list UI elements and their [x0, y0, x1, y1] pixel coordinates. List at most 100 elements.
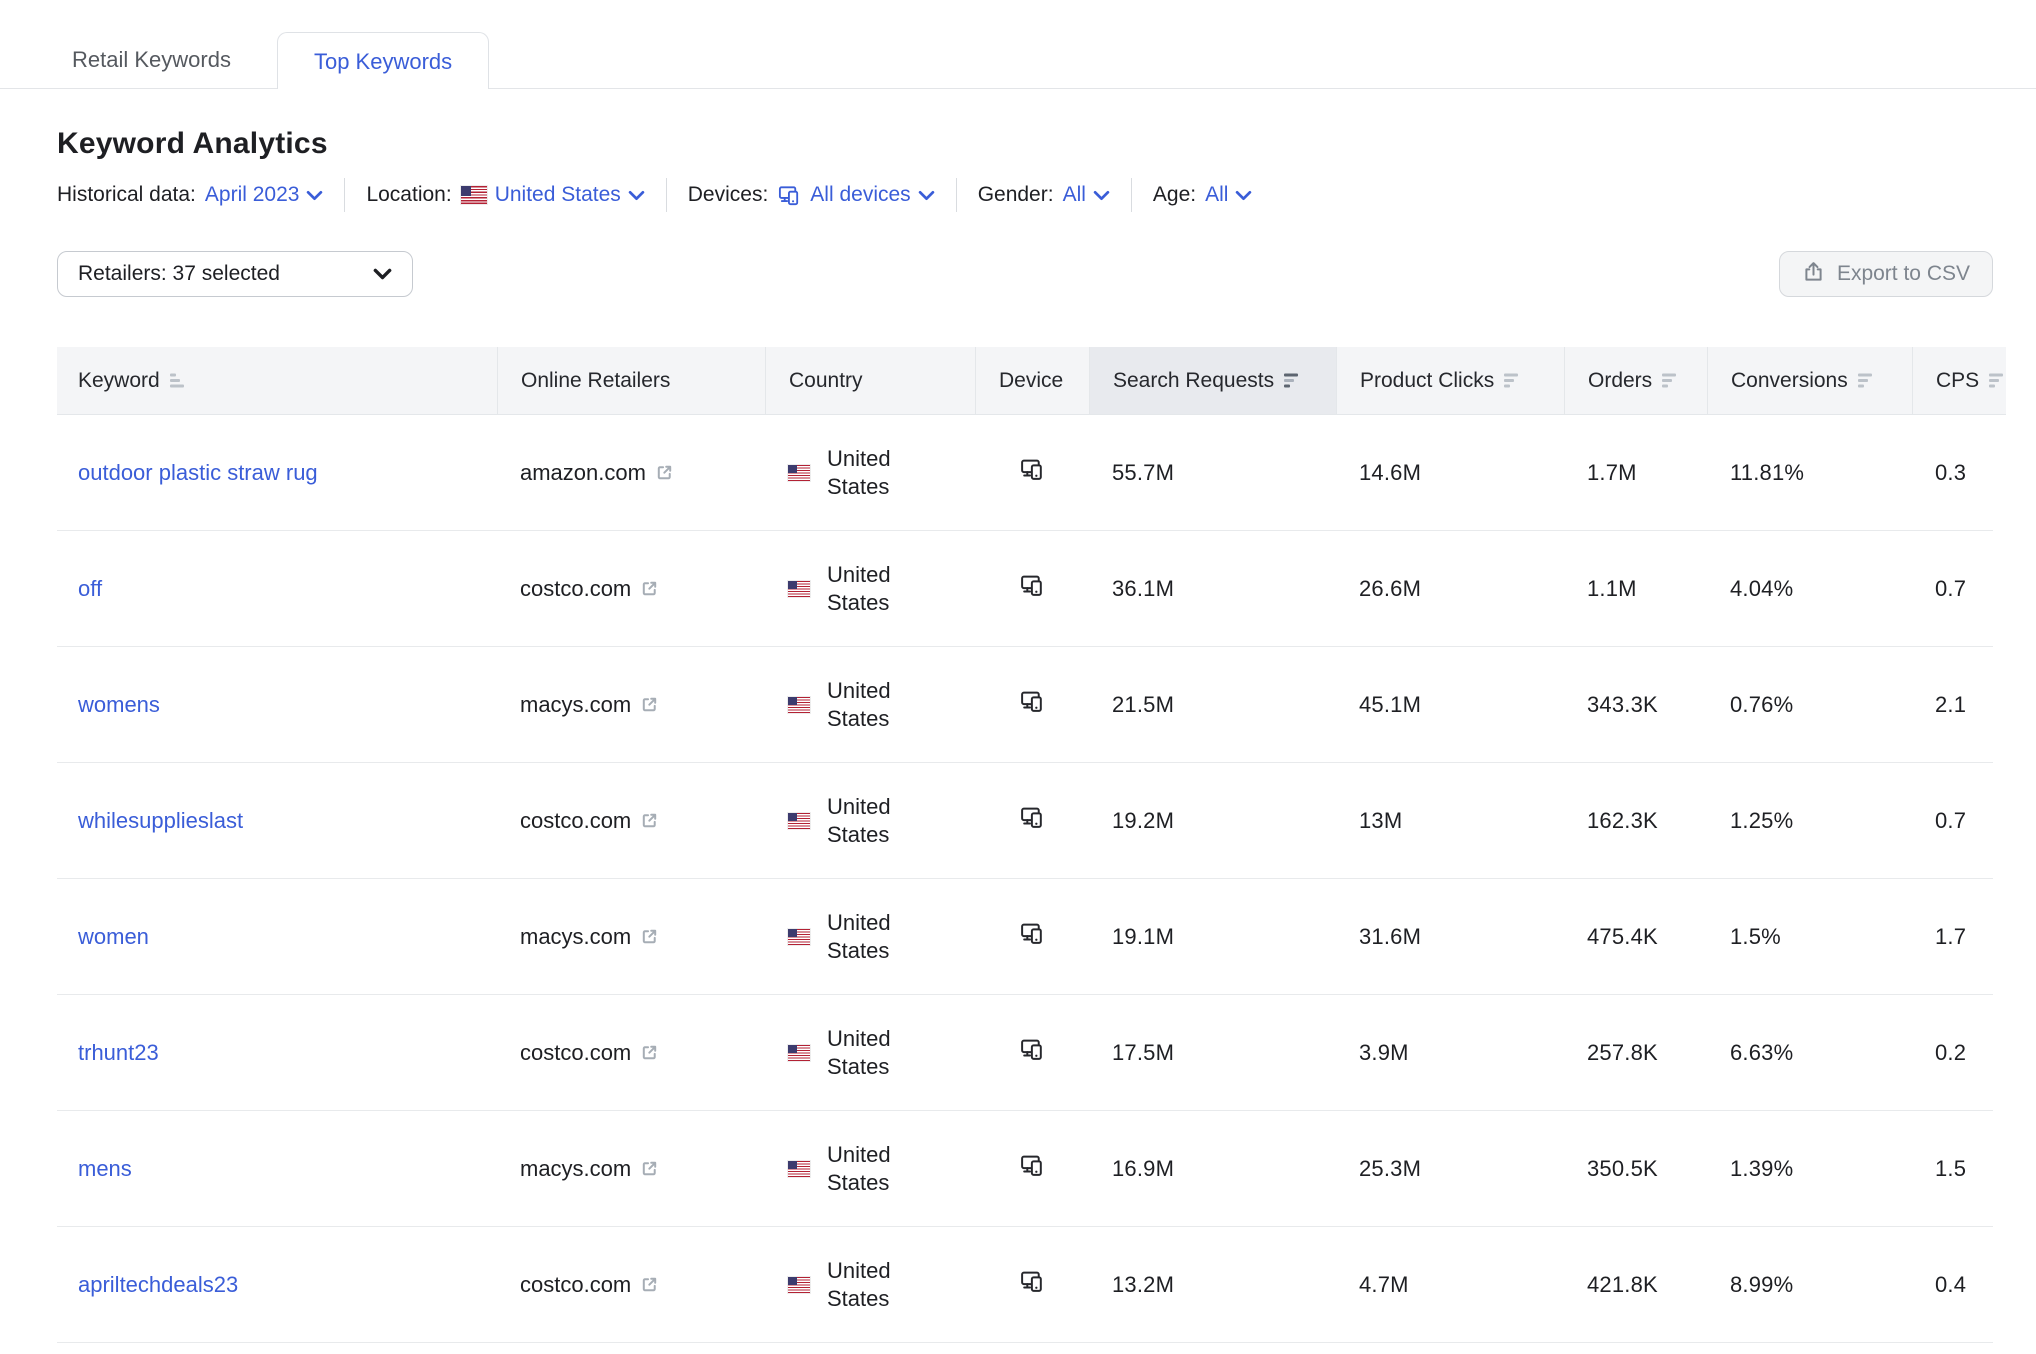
filter-value-dropdown[interactable]: All: [1063, 183, 1110, 207]
filter-value-dropdown[interactable]: All: [1205, 183, 1252, 207]
desktop-mobile-icon: [1019, 1268, 1046, 1301]
column-header-label: CPS: [1936, 369, 1979, 393]
column-header-search-requests[interactable]: Search Requests: [1089, 347, 1336, 415]
product-clicks-cell: 4.7M: [1336, 1227, 1564, 1342]
retailer-domain: costco.com: [520, 576, 631, 602]
desktop-mobile-icon: [1019, 456, 1046, 489]
export-csv-button[interactable]: Export to CSV: [1779, 251, 1993, 297]
desktop-mobile-icon: [1019, 1152, 1046, 1185]
retailer-domain: costco.com: [520, 808, 631, 834]
orders-cell: 421.8K: [1564, 1227, 1707, 1342]
cps-cell: 0.2: [1912, 995, 1993, 1110]
retailers-dropdown-label: Retailers: 37 selected: [78, 262, 280, 286]
keyword-cell: trhunt23: [57, 995, 497, 1110]
product-clicks-cell: 13M: [1336, 763, 1564, 878]
search-requests-cell: 13.2M: [1089, 1227, 1336, 1342]
sort-icon[interactable]: [1504, 373, 1521, 388]
tab-retail-keywords[interactable]: Retail Keywords: [70, 31, 233, 88]
country-name: United States: [827, 561, 927, 617]
external-link-icon[interactable]: [640, 1043, 659, 1062]
keyword-link[interactable]: trhunt23: [78, 1040, 159, 1066]
filter-value-dropdown[interactable]: United States: [461, 183, 645, 207]
country-cell: United States: [765, 1227, 975, 1342]
keyword-link[interactable]: women: [78, 924, 149, 950]
keyword-link[interactable]: whilesupplieslast: [78, 808, 243, 834]
search-requests-cell: 36.1M: [1089, 531, 1336, 646]
column-header-label: Online Retailers: [521, 369, 670, 393]
country-name: United States: [827, 445, 927, 501]
us-flag-icon: [788, 697, 810, 713]
external-link-icon[interactable]: [640, 695, 659, 714]
device-cell: [975, 879, 1089, 994]
device-cell: [975, 995, 1089, 1110]
filter-gender: Gender: All: [978, 183, 1110, 207]
sort-icon[interactable]: [1858, 373, 1875, 388]
us-flag-icon: [788, 1277, 810, 1293]
filter-divider: [1131, 178, 1132, 212]
search-requests-cell: 55.7M: [1089, 415, 1336, 530]
country-name: United States: [827, 1025, 927, 1081]
filter-value-dropdown[interactable]: All devices: [777, 183, 934, 208]
column-header-keyword[interactable]: Keyword: [57, 347, 497, 415]
sort-icon[interactable]: [1662, 373, 1679, 388]
desktop-mobile-icon: [1019, 1036, 1046, 1069]
chevron-down-icon: [1093, 190, 1110, 201]
retailer-domain: macys.com: [520, 692, 631, 718]
keyword-cell: apriltechdeals23: [57, 1227, 497, 1342]
column-header-device: Device: [975, 347, 1089, 415]
conversions-cell: 6.63%: [1707, 995, 1912, 1110]
device-cell: [975, 415, 1089, 530]
device-cell: [975, 1227, 1089, 1342]
external-link-icon[interactable]: [640, 1159, 659, 1178]
table-row: off costco.com United States 36.1M 26.6M…: [57, 531, 1993, 647]
product-clicks-cell: 3.9M: [1336, 995, 1564, 1110]
orders-cell: 475.4K: [1564, 879, 1707, 994]
retailer-cell: amazon.com: [497, 415, 765, 530]
external-link-icon[interactable]: [640, 1275, 659, 1294]
column-header-label: Orders: [1588, 369, 1652, 393]
device-cell: [975, 763, 1089, 878]
filter-label: Historical data:: [57, 183, 196, 207]
keyword-analytics-screen: Retail Keywords Top Keywords Keyword Ana…: [0, 0, 2036, 1354]
external-link-icon[interactable]: [640, 811, 659, 830]
filter-value-dropdown[interactable]: April 2023: [205, 183, 324, 207]
keyword-link[interactable]: off: [78, 576, 102, 602]
external-link-icon[interactable]: [640, 579, 659, 598]
conversions-cell: 1.25%: [1707, 763, 1912, 878]
keyword-link[interactable]: mens: [78, 1156, 132, 1182]
page-content: Keyword Analytics Historical data:April …: [0, 127, 2036, 1343]
column-header-orders[interactable]: Orders: [1564, 347, 1707, 415]
export-icon: [1802, 260, 1825, 289]
country-name: United States: [827, 909, 927, 965]
retailer-cell: costco.com: [497, 531, 765, 646]
filter-label: Age:: [1153, 183, 1196, 207]
product-clicks-cell: 45.1M: [1336, 647, 1564, 762]
column-header-conversions[interactable]: Conversions: [1707, 347, 1912, 415]
cps-cell: 0.4: [1912, 1227, 1993, 1342]
sort-icon[interactable]: [1284, 373, 1301, 388]
keyword-link[interactable]: womens: [78, 692, 160, 718]
table-row: trhunt23 costco.com United States 17.5M …: [57, 995, 1993, 1111]
us-flag-icon: [788, 581, 810, 597]
country-cell: United States: [765, 531, 975, 646]
filter-label: Gender:: [978, 183, 1054, 207]
filter-historical-data: Historical data: April 2023: [57, 183, 323, 207]
product-clicks-cell: 14.6M: [1336, 415, 1564, 530]
search-requests-cell: 19.2M: [1089, 763, 1336, 878]
keyword-link[interactable]: apriltechdeals23: [78, 1272, 238, 1298]
retailer-domain: amazon.com: [520, 460, 646, 486]
keyword-link[interactable]: outdoor plastic straw rug: [78, 460, 318, 486]
sort-icon[interactable]: [170, 373, 187, 388]
column-header-cps[interactable]: CPS: [1912, 347, 2006, 415]
sort-icon[interactable]: [1989, 373, 2006, 388]
country-name: United States: [827, 677, 927, 733]
cps-cell: 1.7: [1912, 879, 1993, 994]
column-header-product-clicks[interactable]: Product Clicks: [1336, 347, 1564, 415]
us-flag-icon: [788, 929, 810, 945]
retailers-dropdown[interactable]: Retailers: 37 selected: [57, 251, 413, 297]
tab-top-keywords[interactable]: Top Keywords: [277, 32, 489, 89]
keyword-cell: off: [57, 531, 497, 646]
external-link-icon[interactable]: [655, 463, 674, 482]
external-link-icon[interactable]: [640, 927, 659, 946]
retailer-domain: costco.com: [520, 1272, 631, 1298]
